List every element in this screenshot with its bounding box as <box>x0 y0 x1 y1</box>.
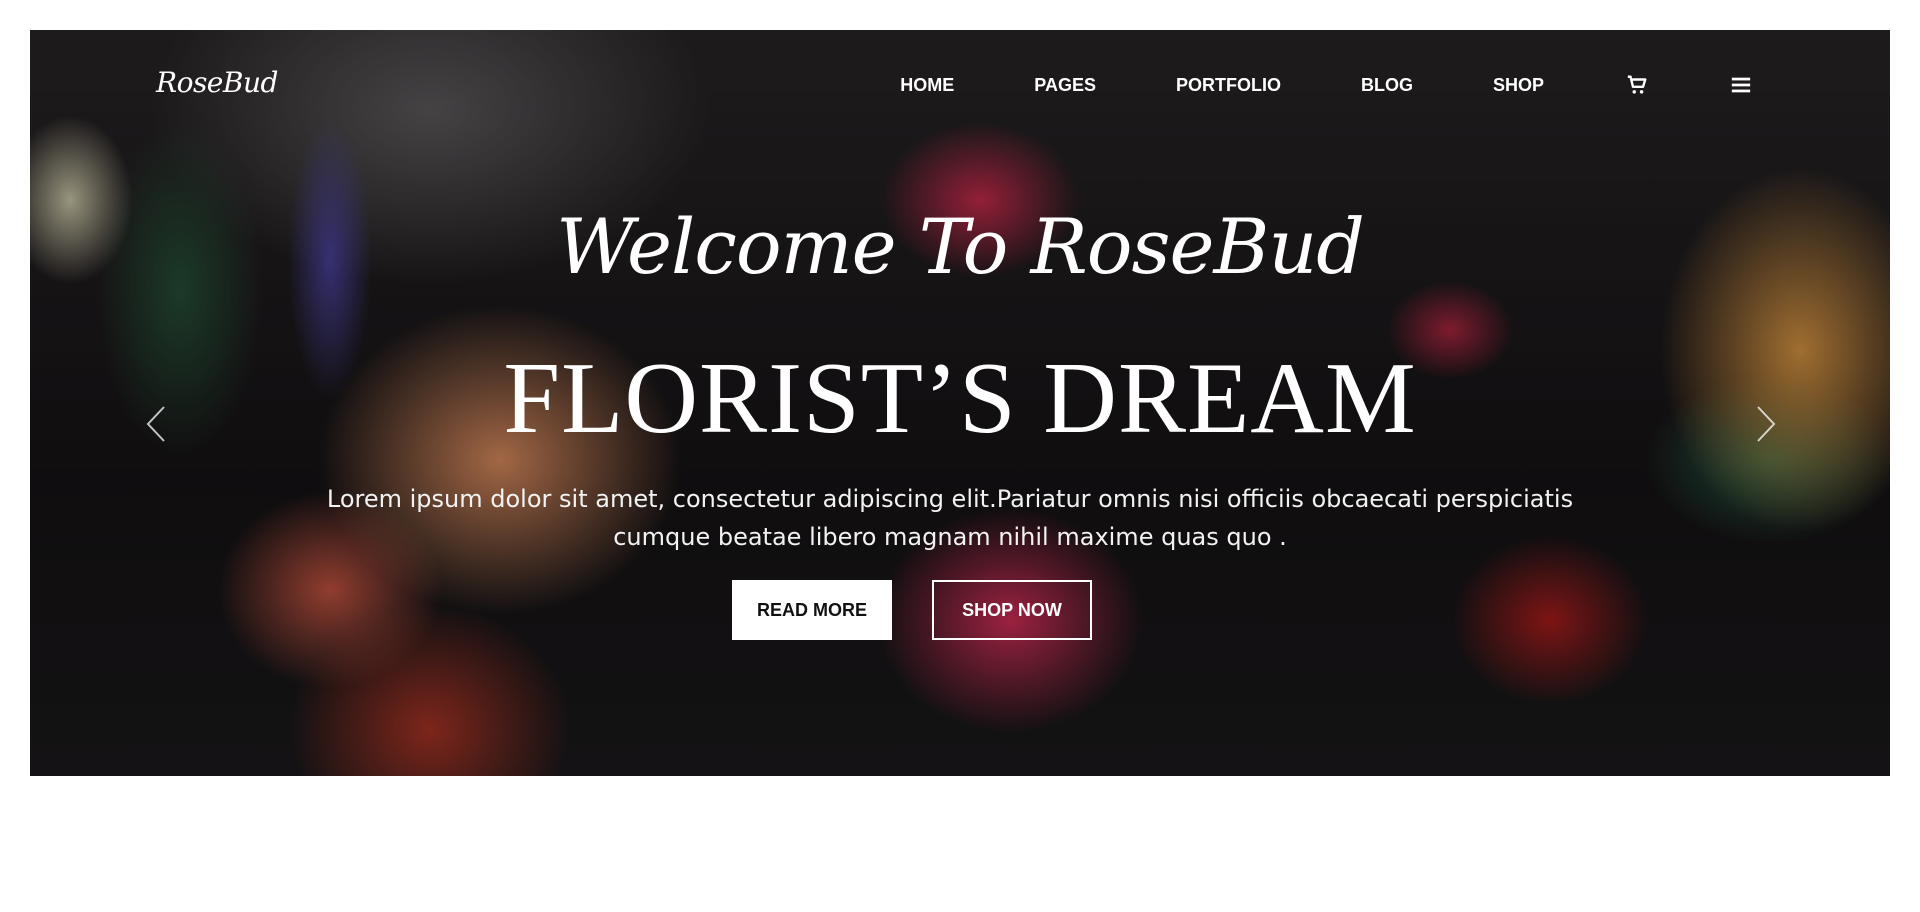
hero-tagline: Lorem ipsum dolor sit amet, consectetur … <box>300 480 1600 556</box>
site-logo[interactable]: RoseBud <box>156 66 278 99</box>
shop-now-button[interactable]: SHOP NOW <box>932 580 1092 640</box>
hero-buttons: READ MORE SHOP NOW <box>30 580 1890 640</box>
shopping-cart-icon[interactable] <box>1626 74 1648 96</box>
hero-slider: RoseBud HOME PAGES PORTFOLIO BLOG SHOP W… <box>30 30 1890 776</box>
nav-home[interactable]: HOME <box>900 75 954 96</box>
hero-tagline-line-2: cumque beatae libero magnam nihil maxime… <box>613 523 1287 551</box>
nav-portfolio[interactable]: PORTFOLIO <box>1176 75 1281 96</box>
main-nav: HOME PAGES PORTFOLIO BLOG SHOP <box>900 74 1752 96</box>
nav-shop[interactable]: SHOP <box>1493 75 1544 96</box>
chevron-right-icon[interactable] <box>1754 404 1778 444</box>
hero-headline: FLORIST’S DREAM <box>503 342 1417 455</box>
welcome-script-heading: Welcome To RoseBud <box>556 202 1365 291</box>
nav-pages[interactable]: PAGES <box>1034 75 1096 96</box>
chevron-left-icon[interactable] <box>144 404 168 444</box>
read-more-button[interactable]: READ MORE <box>732 580 892 640</box>
nav-blog[interactable]: BLOG <box>1361 75 1413 96</box>
hero-tagline-line-1: Lorem ipsum dolor sit amet, consectetur … <box>326 485 1574 513</box>
hamburger-menu-icon[interactable] <box>1730 74 1752 96</box>
